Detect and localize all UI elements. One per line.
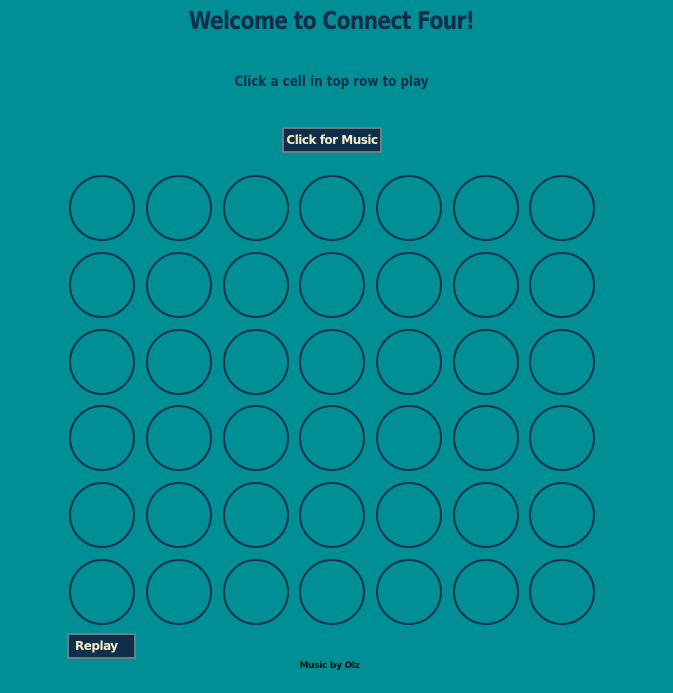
cell-slot — [69, 175, 136, 242]
cell-slot — [376, 558, 443, 625]
board-cell-r5-c4[interactable] — [371, 553, 448, 630]
cell-slot — [146, 482, 213, 549]
board-cell-r3-c4[interactable] — [371, 400, 448, 477]
cell-slot — [376, 175, 443, 242]
cell-slot — [529, 328, 596, 395]
cell-slot — [529, 175, 596, 242]
board-cell-r0-c6[interactable] — [524, 170, 601, 247]
cell-slot — [376, 328, 443, 395]
cell-slot — [69, 252, 136, 319]
cell-slot — [452, 328, 519, 395]
board-cell-r3-c1[interactable] — [141, 400, 218, 477]
cell-slot — [452, 252, 519, 319]
cell-slot — [376, 252, 443, 319]
cell-slot — [376, 405, 443, 472]
page-title: Welcome to Connect Four! — [188, 6, 475, 35]
cell-slot — [69, 328, 136, 395]
board-cell-r4-c2[interactable] — [217, 477, 294, 554]
cell-slot — [299, 252, 366, 319]
board-cell-r0-c2[interactable] — [217, 170, 294, 247]
board-cell-r1-c0[interactable] — [64, 247, 141, 324]
board-cell-r1-c2[interactable] — [217, 247, 294, 324]
board-cell-r5-c6[interactable] — [524, 553, 601, 630]
board-cell-r3-c6[interactable] — [524, 400, 601, 477]
cell-slot — [299, 175, 366, 242]
board-cell-r5-c1[interactable] — [141, 553, 218, 630]
board-cell-r2-c5[interactable] — [447, 323, 524, 400]
cell-slot — [452, 482, 519, 549]
music-credit: Music by Olz — [299, 661, 360, 671]
cell-slot — [69, 482, 136, 549]
board-cell-r1-c1[interactable] — [141, 247, 218, 324]
cell-slot — [146, 328, 213, 395]
board-cell-r2-c4[interactable] — [371, 323, 448, 400]
board-cell-r2-c3[interactable] — [294, 323, 371, 400]
replay-button[interactable]: Replay — [67, 633, 136, 659]
board-cell-r3-c2[interactable] — [217, 400, 294, 477]
cell-slot — [299, 405, 366, 472]
cell-slot — [529, 252, 596, 319]
board-cell-r5-c5[interactable] — [447, 553, 524, 630]
cell-slot — [222, 482, 289, 549]
cell-slot — [222, 405, 289, 472]
cell-slot — [222, 558, 289, 625]
instructions-text: Click a cell in top row to play — [234, 74, 429, 90]
board-cell-r3-c3[interactable] — [294, 400, 371, 477]
board-cell-r3-c0[interactable] — [64, 400, 141, 477]
cell-slot — [146, 405, 213, 472]
board-cell-r5-c2[interactable] — [217, 553, 294, 630]
board-cell-r4-c1[interactable] — [141, 477, 218, 554]
cell-slot — [222, 252, 289, 319]
cell-slot — [146, 175, 213, 242]
cell-slot — [222, 175, 289, 242]
cell-slot — [69, 405, 136, 472]
board-cell-r2-c2[interactable] — [217, 323, 294, 400]
board-cell-r0-c3[interactable] — [294, 170, 371, 247]
board-cell-r5-c0[interactable] — [64, 553, 141, 630]
board-cell-r2-c1[interactable] — [141, 323, 218, 400]
board-cell-r2-c6[interactable] — [524, 323, 601, 400]
board-cell-r1-c6[interactable] — [524, 247, 601, 324]
cell-slot — [376, 482, 443, 549]
board-cell-r5-c3[interactable] — [294, 553, 371, 630]
cell-slot — [529, 482, 596, 549]
cell-slot — [529, 405, 596, 472]
cell-slot — [299, 328, 366, 395]
board-cell-r4-c4[interactable] — [371, 477, 448, 554]
board-cell-r4-c5[interactable] — [447, 477, 524, 554]
game-board — [64, 170, 601, 630]
board-cell-r3-c5[interactable] — [447, 400, 524, 477]
board-cell-r4-c0[interactable] — [64, 477, 141, 554]
board-cell-r0-c4[interactable] — [371, 170, 448, 247]
board-cell-r0-c5[interactable] — [447, 170, 524, 247]
board-cell-r4-c3[interactable] — [294, 477, 371, 554]
board-cell-r0-c0[interactable] — [64, 170, 141, 247]
cell-slot — [146, 558, 213, 625]
cell-slot — [146, 252, 213, 319]
board-cell-r0-c1[interactable] — [141, 170, 218, 247]
board-cell-r1-c3[interactable] — [294, 247, 371, 324]
cell-slot — [452, 175, 519, 242]
cell-slot — [529, 558, 596, 625]
music-button[interactable]: Click for Music — [282, 127, 382, 153]
board-cell-r1-c4[interactable] — [371, 247, 448, 324]
board-cell-r1-c5[interactable] — [447, 247, 524, 324]
cell-slot — [452, 405, 519, 472]
cell-slot — [69, 558, 136, 625]
cell-slot — [222, 328, 289, 395]
cell-slot — [299, 558, 366, 625]
cell-slot — [452, 558, 519, 625]
board-cell-r2-c0[interactable] — [64, 323, 141, 400]
board-cell-r4-c6[interactable] — [524, 477, 601, 554]
cell-slot — [299, 482, 366, 549]
